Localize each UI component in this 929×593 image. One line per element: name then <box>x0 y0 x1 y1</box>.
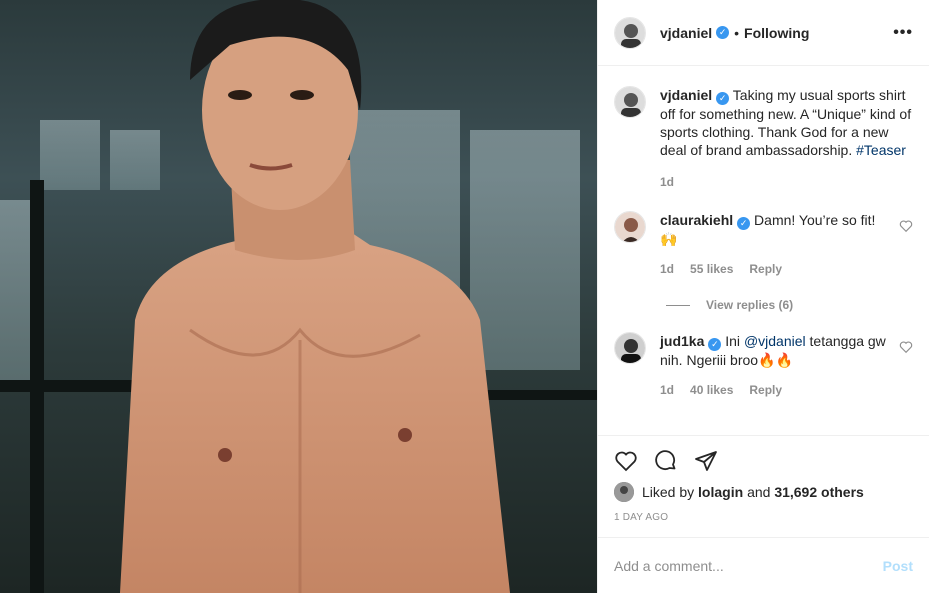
liker-avatar[interactable] <box>614 482 634 502</box>
separator-dot: • <box>734 24 740 41</box>
liked-by-middle: and <box>747 484 771 500</box>
liked-by-user[interactable]: lolagin <box>698 484 743 500</box>
post-photo[interactable] <box>0 0 597 593</box>
caption-meta: 1d <box>660 173 913 191</box>
author-avatar[interactable] <box>614 16 646 49</box>
caption-body: vjdaniel ✓ Taking my usual sports shirt o… <box>660 86 913 191</box>
author-avatar[interactable] <box>614 86 646 118</box>
action-icons <box>614 446 913 476</box>
verified-badge-icon: ✓ <box>716 26 730 39</box>
reply-button[interactable]: Reply <box>749 381 782 399</box>
mention-link[interactable]: @vjdaniel <box>744 333 806 349</box>
reply-button[interactable]: Reply <box>749 260 782 278</box>
likes-count[interactable]: 31,692 others <box>774 484 864 500</box>
post-timestamp: 1 DAY AGO <box>614 512 669 523</box>
share-icon[interactable] <box>694 449 718 473</box>
heart-icon[interactable] <box>614 449 638 473</box>
person-illustration <box>120 0 510 593</box>
comment-likes[interactable]: 40 likes <box>690 381 733 399</box>
comment-age: 1d <box>660 262 675 276</box>
verified-badge-icon: ✓ <box>716 92 730 105</box>
comment-item: jud1ka ✓ Ini @vjdaniel tetangga gw nih. N… <box>614 332 913 399</box>
comment-username[interactable]: jud1ka <box>660 333 704 349</box>
view-replies-button[interactable]: View replies (6) <box>666 298 913 312</box>
comment-username[interactable]: claurakiehl <box>660 212 733 228</box>
post-actions: Liked by lolagin and 31,692 others 1 DAY… <box>598 435 929 537</box>
comment-likes[interactable]: 55 likes <box>690 260 733 278</box>
comment-input[interactable] <box>614 557 883 574</box>
comment-body: claurakiehl ✓ Damn! You’re so fit! 🙌 1d 5… <box>660 211 891 278</box>
verified-badge-icon: ✓ <box>737 217 751 230</box>
commenter-avatar[interactable] <box>614 332 646 364</box>
comment-text: Ini <box>721 333 744 349</box>
view-replies-label: View replies (6) <box>706 298 794 312</box>
comment-meta: 1d 55 likes Reply <box>660 260 891 278</box>
instagram-post-view: vjdaniel ✓ • Following ••• vjdaniel ✓ Tak… <box>0 0 929 593</box>
comment-emoji: 🔥🔥 <box>758 352 793 368</box>
caption-username[interactable]: vjdaniel <box>660 87 712 103</box>
comment-age: 1d <box>660 383 675 397</box>
add-comment-bar: Post <box>598 537 929 593</box>
comment-heart-icon[interactable] <box>899 340 913 354</box>
comment-emoji: 🙌 <box>660 231 678 247</box>
caption-age: 1d <box>660 175 675 189</box>
verified-badge-icon: ✓ <box>708 338 722 351</box>
caption: vjdaniel ✓ Taking my usual sports shirt o… <box>614 86 913 191</box>
following-button[interactable]: Following <box>744 25 809 41</box>
replies-divider <box>666 304 690 306</box>
liked-by-prefix: Liked by <box>642 484 695 500</box>
comments-section: vjdaniel ✓ Taking my usual sports shirt o… <box>598 66 929 435</box>
post-comment-button[interactable]: Post <box>883 558 913 574</box>
post-header: vjdaniel ✓ • Following ••• <box>598 0 929 66</box>
more-icon[interactable]: ••• <box>893 24 913 42</box>
commenter-avatar[interactable] <box>614 211 646 243</box>
comment-icon[interactable] <box>654 449 678 473</box>
comment-heart-icon[interactable] <box>899 219 913 233</box>
post-sidebar: vjdaniel ✓ • Following ••• vjdaniel ✓ Tak… <box>597 0 929 593</box>
comment-meta: 1d 40 likes Reply <box>660 381 891 399</box>
comment-item: claurakiehl ✓ Damn! You’re so fit! 🙌 1d 5… <box>614 211 913 278</box>
likes-summary: Liked by lolagin and 31,692 others <box>614 482 913 502</box>
author-username[interactable]: vjdaniel <box>660 25 712 41</box>
hashtag-link[interactable]: #Teaser <box>856 142 906 158</box>
comment-text: Damn! You’re so fit! <box>750 212 876 228</box>
comment-body: jud1ka ✓ Ini @vjdaniel tetangga gw nih. N… <box>660 332 891 399</box>
